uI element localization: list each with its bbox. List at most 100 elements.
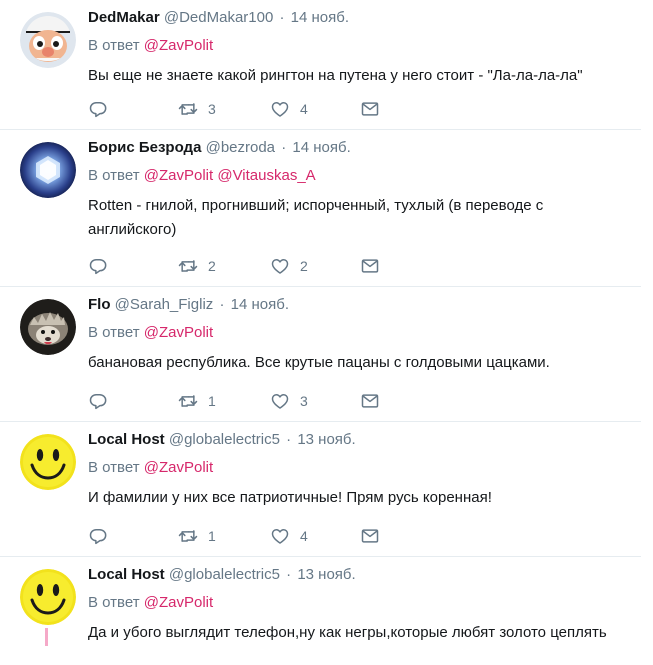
mention-link[interactable]: @ZavPolit (144, 324, 213, 341)
tweet-actions: 1 4 (88, 526, 380, 546)
separator-dot: · (286, 566, 292, 583)
tweet-header: Flo @Sarah_Figliz · 14 нояб. (88, 295, 631, 315)
retweet-button[interactable]: 3 (178, 99, 270, 119)
tweet-text: банановая республика. Все крутые пацаны … (88, 354, 550, 371)
crystal-orb-avatar[interactable] (20, 142, 76, 198)
tweet[interactable]: Local Host @globalelectric5 · 13 нояб. В… (0, 422, 641, 557)
reply-context: В ответ @ZavPolit @Vitauskas_A (88, 166, 631, 186)
tweet-date[interactable]: 13 нояб. (297, 431, 355, 448)
author-name[interactable]: Борис Безрода (88, 139, 201, 156)
tweet-header: Local Host @globalelectric5 · 13 нояб. (88, 430, 631, 450)
tweet-text: Вы еще не знаете какой рингтон на путена… (88, 67, 583, 84)
retweet-count: 1 (208, 528, 216, 544)
reply-prefix: В ответ (88, 594, 140, 611)
tweet-actions: 3 4 (88, 99, 380, 119)
reply-context: В ответ @ZavPolit (88, 593, 631, 613)
tweet-text: Да и убого выглядит телефон,ну как негры… (88, 624, 607, 641)
tweet[interactable]: DedMakar @DedMakar100 · 14 нояб. В ответ… (0, 0, 641, 130)
retweet-icon (178, 99, 198, 119)
reply-icon (88, 99, 108, 119)
tweet-date[interactable]: 14 нояб. (231, 296, 289, 313)
tweet[interactable]: Борис Безрода @bezroda · 14 нояб. В отве… (0, 130, 641, 287)
reply-context: В ответ @ZavPolit (88, 458, 631, 478)
envelope-icon (360, 391, 380, 411)
retweet-count: 2 (208, 258, 216, 274)
tweet-date[interactable]: 14 нояб. (292, 139, 350, 156)
retweet-count: 1 (208, 393, 216, 409)
envelope-icon (360, 99, 380, 119)
smiley-avatar[interactable] (20, 434, 76, 490)
tweet[interactable]: Local Host @globalelectric5 · 13 нояб. В… (0, 557, 641, 665)
heart-icon (270, 256, 290, 276)
thread-line (45, 628, 48, 646)
like-count: 4 (300, 528, 308, 544)
mention-link[interactable]: @ZavPolit (144, 594, 213, 611)
retweet-button[interactable]: 1 (178, 526, 270, 546)
author-handle[interactable]: @globalelectric5 (169, 566, 280, 583)
smiley-avatar[interactable] (20, 569, 76, 625)
like-button[interactable]: 4 (270, 99, 360, 119)
reply-button[interactable] (88, 391, 178, 411)
author-name[interactable]: Flo (88, 296, 111, 313)
author-name[interactable]: Local Host (88, 566, 165, 583)
envelope-icon (360, 256, 380, 276)
like-button[interactable]: 3 (270, 391, 360, 411)
mention-link[interactable]: @ZavPolit (144, 37, 213, 54)
separator-dot: · (219, 296, 225, 313)
reply-button[interactable] (88, 526, 178, 546)
tweet-text: Rotten - гнилой, прогнивший; испорченный… (88, 197, 544, 238)
author-handle[interactable]: @DedMakar100 (164, 9, 273, 26)
tweet[interactable]: Flo @Sarah_Figliz · 14 нояб. В ответ @Za… (0, 287, 641, 422)
separator-dot: · (279, 9, 285, 26)
retweet-button[interactable]: 1 (178, 391, 270, 411)
tweet-header: DedMakar @DedMakar100 · 14 нояб. (88, 8, 631, 28)
reply-context: В ответ @ZavPolit (88, 323, 631, 343)
envelope-icon (360, 526, 380, 546)
reply-context: В ответ @ZavPolit (88, 36, 631, 56)
author-handle[interactable]: @Sarah_Figliz (115, 296, 214, 313)
mention-link[interactable]: @Vitauskas_A (217, 167, 315, 184)
reply-prefix: В ответ (88, 167, 140, 184)
cartoon-face-avatar[interactable] (20, 12, 76, 68)
replies-feed: DedMakar @DedMakar100 · 14 нояб. В ответ… (0, 0, 653, 665)
direct-message-button[interactable] (360, 391, 380, 411)
like-count: 2 (300, 258, 308, 274)
tweet-date[interactable]: 14 нояб. (291, 9, 349, 26)
retweet-icon (178, 391, 198, 411)
direct-message-button[interactable] (360, 526, 380, 546)
tweet-actions: 2 2 (88, 256, 380, 276)
heart-icon (270, 99, 290, 119)
reply-prefix: В ответ (88, 459, 140, 476)
retweet-count: 3 (208, 101, 216, 117)
like-count: 3 (300, 393, 308, 409)
author-handle[interactable]: @bezroda (206, 139, 275, 156)
author-name[interactable]: DedMakar (88, 9, 160, 26)
tweet-date[interactable]: 13 нояб. (297, 566, 355, 583)
reply-button[interactable] (88, 256, 178, 276)
author-handle[interactable]: @globalelectric5 (169, 431, 280, 448)
mention-link[interactable]: @ZavPolit (144, 459, 213, 476)
separator-dot: · (281, 139, 287, 156)
mention-link[interactable]: @ZavPolit (144, 167, 213, 184)
tweet-text: И фамилии у них все патриотичные! Прям р… (88, 489, 492, 506)
direct-message-button[interactable] (360, 99, 380, 119)
author-name[interactable]: Local Host (88, 431, 165, 448)
reply-icon (88, 526, 108, 546)
like-button[interactable]: 2 (270, 256, 360, 276)
direct-message-button[interactable] (360, 256, 380, 276)
retweet-icon (178, 526, 198, 546)
like-count: 4 (300, 101, 308, 117)
separator-dot: · (286, 431, 292, 448)
retweet-button[interactable]: 2 (178, 256, 270, 276)
tweet-header: Local Host @globalelectric5 · 13 нояб. (88, 565, 631, 585)
reply-icon (88, 256, 108, 276)
hedgehog-avatar[interactable] (20, 299, 76, 355)
heart-icon (270, 526, 290, 546)
tweet-header: Борис Безрода @bezroda · 14 нояб. (88, 138, 631, 158)
reply-button[interactable] (88, 99, 178, 119)
reply-icon (88, 391, 108, 411)
reply-prefix: В ответ (88, 37, 140, 54)
retweet-icon (178, 256, 198, 276)
tweet-actions: 1 3 (88, 391, 380, 411)
like-button[interactable]: 4 (270, 526, 360, 546)
